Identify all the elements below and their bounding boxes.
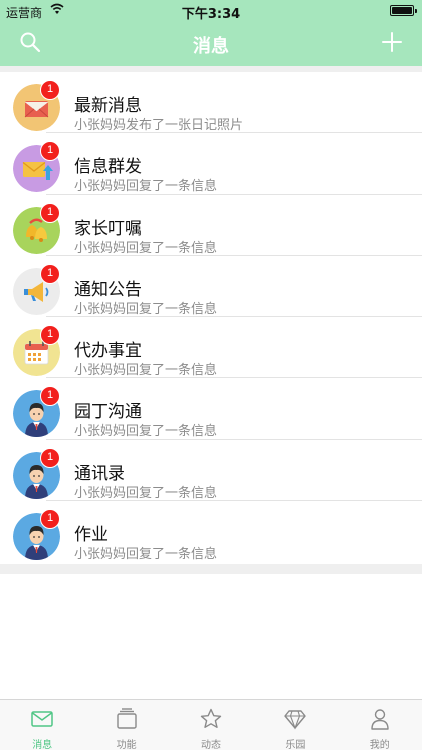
message-item-latest[interactable]: 1 最新消息 小张妈妈发布了一张日记照片 — [0, 72, 422, 134]
item-subtitle: 小张妈妈回复了一条信息 — [74, 301, 218, 317]
unread-badge: 1 — [40, 202, 60, 223]
tab-playground[interactable]: 乐园 — [253, 700, 337, 750]
message-item-teacher-chat[interactable]: 1 园丁沟通 小张妈妈回复了一条信息 — [0, 378, 422, 440]
item-title: 最新消息 — [74, 96, 142, 116]
plus-icon[interactable] — [381, 31, 403, 53]
star-icon — [200, 708, 222, 728]
tab-messages[interactable]: 消息 — [0, 700, 84, 750]
unread-badge: 1 — [40, 447, 60, 468]
item-title: 通讯录 — [74, 463, 125, 484]
item-subtitle: 小张妈妈回复了一条信息 — [74, 424, 218, 440]
message-icon — [31, 711, 53, 727]
message-item-announcement[interactable]: 1 通知公告 小张妈妈回复了一条信息 — [0, 255, 422, 318]
message-item-contacts[interactable]: 1 通讯录 小张妈妈回复了一条信息 — [0, 439, 422, 502]
tab-bar: 消息 功能 动态 乐园 我的 — [0, 699, 422, 750]
item-title: 信息群发 — [74, 157, 142, 178]
function-icon — [116, 708, 137, 729]
item-title: 代办事宜 — [74, 341, 142, 362]
item-subtitle: 小张妈妈发布了一张日记照片 — [74, 118, 244, 133]
person-icon — [371, 709, 389, 730]
battery-icon — [390, 5, 417, 16]
item-title: 作业 — [74, 525, 108, 546]
item-subtitle: 小张妈妈回复了一条信息 — [74, 485, 218, 501]
message-item-broadcast[interactable]: 1 信息群发 小张妈妈回复了一条信息 — [0, 133, 422, 195]
tab-mine[interactable]: 我的 — [338, 700, 422, 750]
unread-badge: 1 — [40, 263, 60, 284]
tab-activity[interactable]: 动态 — [169, 700, 253, 750]
unread-badge: 1 — [40, 509, 60, 530]
item-title: 通知公告 — [74, 279, 142, 300]
tab-functions[interactable]: 功能 — [84, 700, 168, 750]
item-title: 园丁沟通 — [74, 402, 142, 423]
list-bottom-spacer — [0, 564, 422, 574]
item-title: 家长叮嘱 — [74, 218, 142, 239]
tab-label: 乐园 — [285, 740, 306, 750]
item-subtitle: 小张妈妈回复了一条信息 — [74, 240, 218, 256]
item-subtitle: 小张妈妈回复了一条信息 — [74, 363, 218, 379]
tab-label: 消息 — [32, 740, 53, 750]
status-bar: 运营商 下午3:34 — [0, 0, 422, 22]
message-item-homework[interactable]: 1 作业 小张妈妈回复了一条信息 — [0, 501, 422, 563]
tab-label: 功能 — [116, 740, 137, 750]
tab-label: 我的 — [369, 740, 390, 750]
message-item-parent-reminder[interactable]: 1 家长叮嘱 小张妈妈回复了一条信息 — [0, 194, 422, 256]
clock: 下午3:34 — [181, 7, 241, 22]
item-subtitle: 小张妈妈回复了一条信息 — [74, 179, 218, 195]
nav-bar: 消息 — [0, 22, 422, 66]
header: 运营商 下午3:34 消息 — [0, 0, 422, 66]
tab-label: 动态 — [200, 740, 221, 750]
page-title: 消息 — [193, 36, 229, 57]
diamond-icon — [284, 710, 307, 730]
message-list: 1 最新消息 小张妈妈发布了一张日记照片 1 信息群发 小张妈妈回复了一条信息 — [0, 72, 422, 563]
item-subtitle: 小张妈妈回复了一条信息 — [74, 547, 218, 563]
unread-badge: 1 — [40, 80, 60, 100]
message-item-todo[interactable]: 1 代办事宜 小张妈妈回复了一条信息 — [0, 317, 422, 379]
